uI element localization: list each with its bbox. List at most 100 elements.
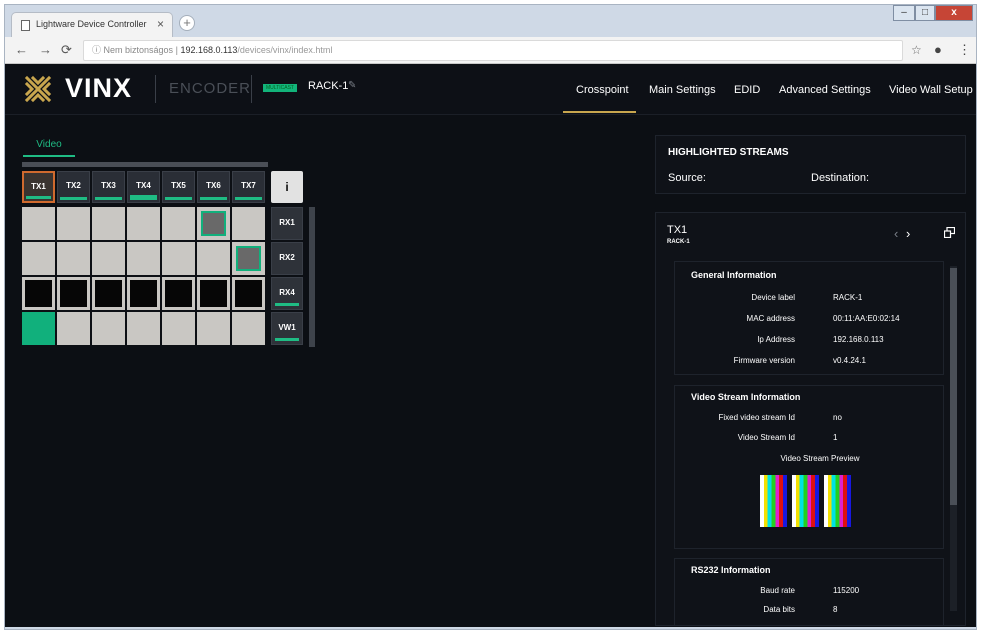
window-minimize-button[interactable]: – [893,5,915,21]
crosspoint-cell[interactable] [162,207,195,240]
crosspoint-cell[interactable] [92,312,125,345]
new-tab-button[interactable]: + [179,15,195,31]
reload-icon[interactable]: ⟳ [61,42,72,58]
tx-label: TX4 [136,181,151,190]
crosspoint-cell[interactable] [57,207,90,240]
chevron-right-icon[interactable]: › [906,226,910,241]
kv-key: MAC address [746,314,795,323]
crosspoint-cell[interactable] [92,207,125,240]
source-label: Source: [668,172,706,184]
highlighted-streams-title: HIGHLIGHTED STREAMS [668,147,789,158]
menu-advanced-settings[interactable]: Advanced Settings [779,84,871,96]
active-menu-indicator [563,111,636,113]
browser-tab[interactable]: Lightware Device Controller × [11,12,173,37]
rx-header-rx1[interactable]: RX1 [271,207,303,240]
tx-header-tx6[interactable]: TX6 [197,171,230,203]
bookmark-star-icon[interactable]: ☆ [911,43,922,57]
crosspoint-cell[interactable] [127,242,160,275]
crosspoint-cell[interactable] [232,312,265,345]
info-icon[interactable]: i [271,171,303,203]
rx-header-rx2[interactable]: RX2 [271,242,303,275]
crosspoint-cell[interactable] [197,312,230,345]
tx-label: TX5 [171,181,186,190]
section-title: RS232 Information [691,565,771,575]
grid-scrollbar-horizontal[interactable] [22,162,268,167]
rx-header-vw1[interactable]: VW1 [271,312,303,345]
kv-value: 115200 [833,586,860,595]
tx-status-bar [95,197,122,200]
crosspoint-cell[interactable] [232,207,265,240]
crosspoint-cell[interactable] [127,207,160,240]
window-maximize-button[interactable]: □ [915,5,935,21]
detail-scrollbar-thumb[interactable] [950,268,957,505]
video-preview-color-bars [760,475,787,527]
kv-key: Device label [751,293,795,302]
tx-label: TX6 [206,181,221,190]
tx-status-bar [60,197,87,200]
tx-header-tx1[interactable]: TX1 [22,171,55,203]
tab-video-underline [23,155,75,157]
video-stream-preview-label: Video Stream Preview [780,454,860,463]
crosspoint-cell-unavailable[interactable] [197,277,230,310]
device-mode: ENCODER [169,80,252,97]
tx-status-bar [130,195,157,200]
edit-pencil-icon[interactable]: ✎ [348,80,356,91]
rx-status-bar [275,338,299,341]
forward-icon[interactable]: → [39,42,52,57]
rx-header-rx4[interactable]: RX4 [271,277,303,310]
crosspoint-cell[interactable] [162,242,195,275]
logo-text: VINX [65,73,133,103]
crosspoint-cell-unavailable[interactable] [22,277,55,310]
browser-tab-bar: Lightware Device Controller × + – □ x [5,5,976,37]
chevron-left-icon[interactable]: ‹ [894,226,898,241]
tab-video[interactable]: Video [23,139,75,150]
menu-kebab-icon[interactable]: ⋮ [958,42,971,58]
menu-main-settings[interactable]: Main Settings [649,84,716,96]
menu-video-wall-setup[interactable]: Video Wall Setup [889,84,973,96]
crosspoint-cell[interactable] [127,312,160,345]
crosspoint-cell-active[interactable] [22,312,55,345]
account-icon[interactable]: ● [934,42,942,57]
popout-window-icon[interactable] [944,227,955,238]
crosspoint-cell[interactable] [22,207,55,240]
window-close-button[interactable]: x [935,5,973,21]
tab-close-icon[interactable]: × [157,17,164,31]
crosspoint-cell-connected[interactable] [197,207,230,240]
kv-value: 8 [833,605,838,614]
kv-value: 00:11:AA:E0:02:14 [833,314,900,323]
crosspoint-cell[interactable] [57,312,90,345]
general-information-section: General Information Device label RACK-1 … [674,261,944,375]
kv-key: Ip Address [757,335,795,344]
crosspoint-cell[interactable] [92,242,125,275]
video-preview-color-bars [824,475,851,527]
kv-key: Video Stream Id [737,433,795,442]
tx-header-tx7[interactable]: TX7 [232,171,265,203]
tx-header-tx5[interactable]: TX5 [162,171,195,203]
crosspoint-cell-unavailable[interactable] [57,277,90,310]
tx-header-tx3[interactable]: TX3 [92,171,125,203]
url-host: 192.168.0.113 [180,45,238,55]
window-frame-bottom [5,627,976,629]
crosspoint-cell-unavailable[interactable] [92,277,125,310]
grid-scrollbar-vertical[interactable] [309,207,315,347]
url-field[interactable]: ⓘ Nem biztonságos | 192.168.0.113/device… [83,40,903,61]
detail-title: TX1 [667,224,688,236]
crosspoint-cell-unavailable[interactable] [232,277,265,310]
rx-status-bar [275,303,299,306]
tx-header-tx4[interactable]: TX4 [127,171,160,203]
kv-value: no [833,413,842,422]
crosspoint-cell[interactable] [22,242,55,275]
back-icon[interactable]: ← [15,42,28,57]
crosspoint-cell[interactable] [162,312,195,345]
destination-label: Destination: [811,172,870,184]
crosspoint-cell-unavailable[interactable] [127,277,160,310]
crosspoint-cell-connected[interactable] [232,242,265,275]
crosspoint-cell[interactable] [57,242,90,275]
detail-subtitle: RACK-1 [667,239,690,245]
crosspoint-cell-unavailable[interactable] [162,277,195,310]
rs232-information-section: RS232 Information Baud rate 115200 Data … [674,558,944,625]
crosspoint-cell[interactable] [197,242,230,275]
menu-edid[interactable]: EDID [734,84,760,96]
tx-header-tx2[interactable]: TX2 [57,171,90,203]
menu-crosspoint[interactable]: Crosspoint [576,84,629,96]
